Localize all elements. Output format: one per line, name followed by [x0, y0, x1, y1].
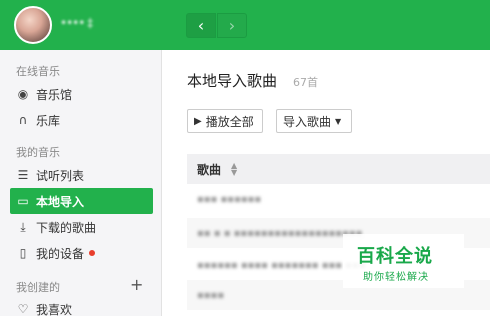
- forward-button[interactable]: ›: [217, 13, 247, 38]
- disc-icon: ◉: [17, 87, 29, 101]
- list-icon: ☰: [17, 168, 29, 182]
- device-icon: ▯: [19, 246, 27, 260]
- sidebar-item-music-hall[interactable]: ◉ 音乐馆: [10, 81, 153, 107]
- notification-dot: [89, 250, 96, 256]
- column-header-song[interactable]: 歌曲 ▲ ▼: [187, 154, 490, 184]
- table-row[interactable]: ▪▪▪ ▪▪▪▪▪▪: [187, 184, 490, 214]
- sidebar-item-label: 我的设备: [36, 246, 85, 261]
- heart-icon: ♡: [17, 302, 29, 316]
- play-icon: ▶: [194, 115, 202, 127]
- top-bar: •••• ‡ ‹ ›: [0, 0, 490, 50]
- sidebar-item-local-import[interactable]: ▭ 本地导入: [10, 188, 153, 214]
- song-title: ▪▪▪▪▪▪ ▪▪▪▪ ▪▪▪▪▪▪▪ ▪▪▪ ▪▪▪: [197, 259, 366, 271]
- sidebar-item-library[interactable]: ∩ 乐库: [10, 107, 153, 133]
- monitor-icon: ▭: [17, 194, 29, 208]
- play-all-button[interactable]: ▶ 播放全部: [187, 109, 263, 133]
- sidebar-item-trial-list[interactable]: ☰ 试听列表: [10, 162, 153, 188]
- back-button[interactable]: ‹: [186, 13, 216, 38]
- sort-icon[interactable]: ▲ ▼: [231, 162, 237, 177]
- add-playlist-button[interactable]: +: [130, 275, 143, 294]
- sidebar-item-label: 音乐馆: [36, 87, 73, 102]
- download-icon: ⤓: [20, 219, 26, 234]
- sidebar-item-label: 乐库: [36, 113, 61, 128]
- song-count: 67首: [293, 76, 318, 89]
- song-title: ▪▪▪ ▪▪▪▪▪▪: [197, 193, 262, 205]
- section-label-created: 我创建的: [16, 281, 60, 294]
- column-header-label: 歌曲: [197, 162, 222, 177]
- section-label-mine: 我的音乐: [16, 146, 60, 159]
- watermark-title: 百科全说: [357, 246, 433, 267]
- section-label-online: 在线音乐: [16, 65, 60, 78]
- watermark: 百科全说 助你轻松解决: [343, 234, 464, 288]
- sidebar-item-label: 我喜欢: [36, 302, 73, 316]
- chevron-right-icon: ›: [228, 16, 236, 35]
- sidebar-item-favorites[interactable]: ♡ 我喜欢: [10, 296, 153, 316]
- username[interactable]: •••• ‡: [60, 16, 93, 30]
- headphones-icon: ∩: [18, 113, 28, 127]
- import-songs-button[interactable]: 导入歌曲 ▼: [276, 109, 352, 133]
- sidebar-item-label: 下载的歌曲: [36, 220, 97, 235]
- song-title: ▪▪ ▪ ▪ ▪▪▪▪▪▪▪▪▪▪▪▪▪▪▪▪▪▪▪: [197, 227, 363, 239]
- chevron-left-icon: ‹: [197, 16, 205, 35]
- import-songs-label: 导入歌曲: [283, 114, 332, 129]
- watermark-subtitle: 助你轻松解决: [363, 272, 429, 283]
- user-area[interactable]: •••• ‡: [0, 0, 162, 50]
- sidebar: 在线音乐 ◉ 音乐馆 ∩ 乐库 我的音乐 ☰ 试听列表 ▭ 本地导入 ⤓ 下载的…: [0, 50, 162, 316]
- avatar[interactable]: [14, 6, 52, 44]
- caret-down-icon: ▼: [335, 116, 342, 126]
- sidebar-item-label: 本地导入: [36, 194, 85, 209]
- sidebar-item-my-devices[interactable]: ▯ 我的设备: [10, 240, 153, 266]
- sidebar-item-label: 试听列表: [36, 168, 85, 183]
- song-title: ▪▪▪▪: [197, 289, 225, 301]
- page-title: 本地导入歌曲: [187, 72, 278, 90]
- sidebar-item-downloads[interactable]: ⤓ 下载的歌曲: [10, 214, 153, 240]
- play-all-label: 播放全部: [205, 114, 254, 129]
